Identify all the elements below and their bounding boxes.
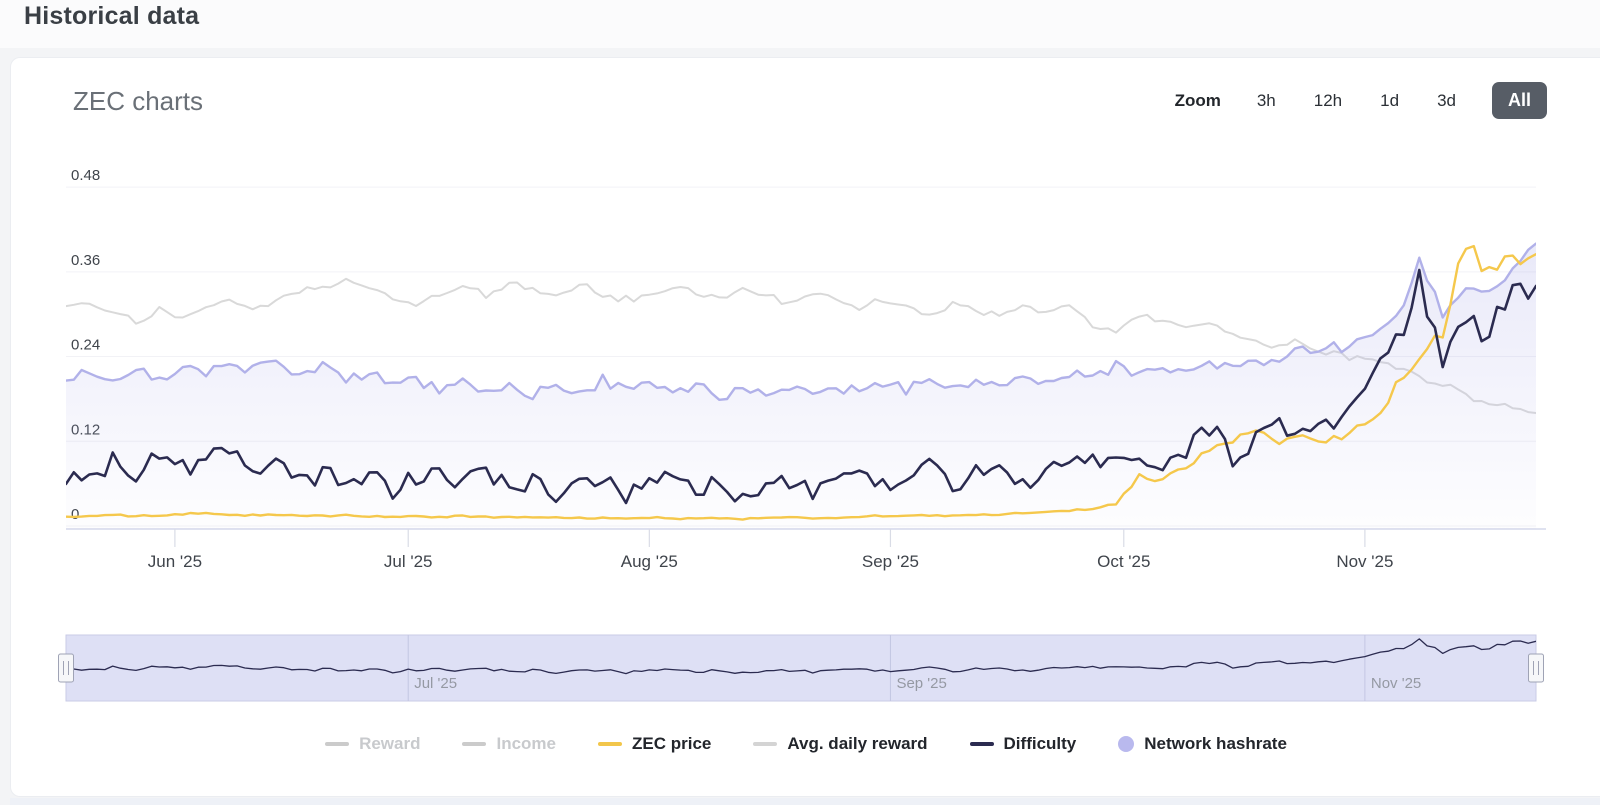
navigator-handle-right[interactable] <box>1529 654 1544 682</box>
legend-label: Income <box>496 734 556 754</box>
navigator-axis-label: Sep '25 <box>896 675 946 692</box>
charts-card: ZEC charts Zoom 3h12h1d3dAll 00.120.240.… <box>10 57 1600 797</box>
x-axis-label: Sep '25 <box>862 552 919 571</box>
legend-label: Avg. daily reward <box>787 734 927 754</box>
legend-marker-line <box>970 742 994 746</box>
legend-label: ZEC price <box>632 734 711 754</box>
navigator-axis-label: Nov '25 <box>1371 675 1421 692</box>
x-axis-label: Jul '25 <box>384 552 433 571</box>
legend-item-avg-daily-reward[interactable]: Avg. daily reward <box>753 734 927 754</box>
handle-grip-box[interactable] <box>1529 654 1544 682</box>
next-section-edge <box>10 798 1600 805</box>
x-axis-label: Nov '25 <box>1336 552 1393 571</box>
legend-item-network-hashrate[interactable]: Network hashrate <box>1118 734 1287 754</box>
legend-marker-line <box>753 742 777 746</box>
legend-label: Reward <box>359 734 420 754</box>
legend-item-zec-price[interactable]: ZEC price <box>598 734 711 754</box>
zec-chart: 00.120.240.360.48Jun '25Jul '25Aug '25Se… <box>11 58 1600 798</box>
x-axis-label: Jun '25 <box>148 552 202 571</box>
plot-area[interactable] <box>66 153 1536 529</box>
legend-item-income[interactable]: Income <box>462 734 556 754</box>
navigator-axis-label: Jul '25 <box>414 675 457 692</box>
chart-legend: Reward Income ZEC price Avg. daily reward Di… <box>11 734 1600 754</box>
legend-item-reward[interactable]: Reward <box>325 734 420 754</box>
legend-marker-circle <box>1118 736 1134 752</box>
legend-marker-line <box>325 742 349 746</box>
x-axis-label: Aug '25 <box>621 552 678 571</box>
x-axis-label: Oct '25 <box>1097 552 1150 571</box>
legend-marker-line <box>462 742 486 746</box>
page-header: Historical data <box>0 0 1600 48</box>
page-title: Historical data <box>24 2 199 31</box>
legend-label: Network hashrate <box>1144 734 1287 754</box>
legend-marker-line <box>598 742 622 746</box>
legend-item-difficulty[interactable]: Difficulty <box>970 734 1077 754</box>
navigator-handle-left[interactable] <box>59 654 74 682</box>
legend-label: Difficulty <box>1004 734 1077 754</box>
handle-grip-box[interactable] <box>59 654 74 682</box>
